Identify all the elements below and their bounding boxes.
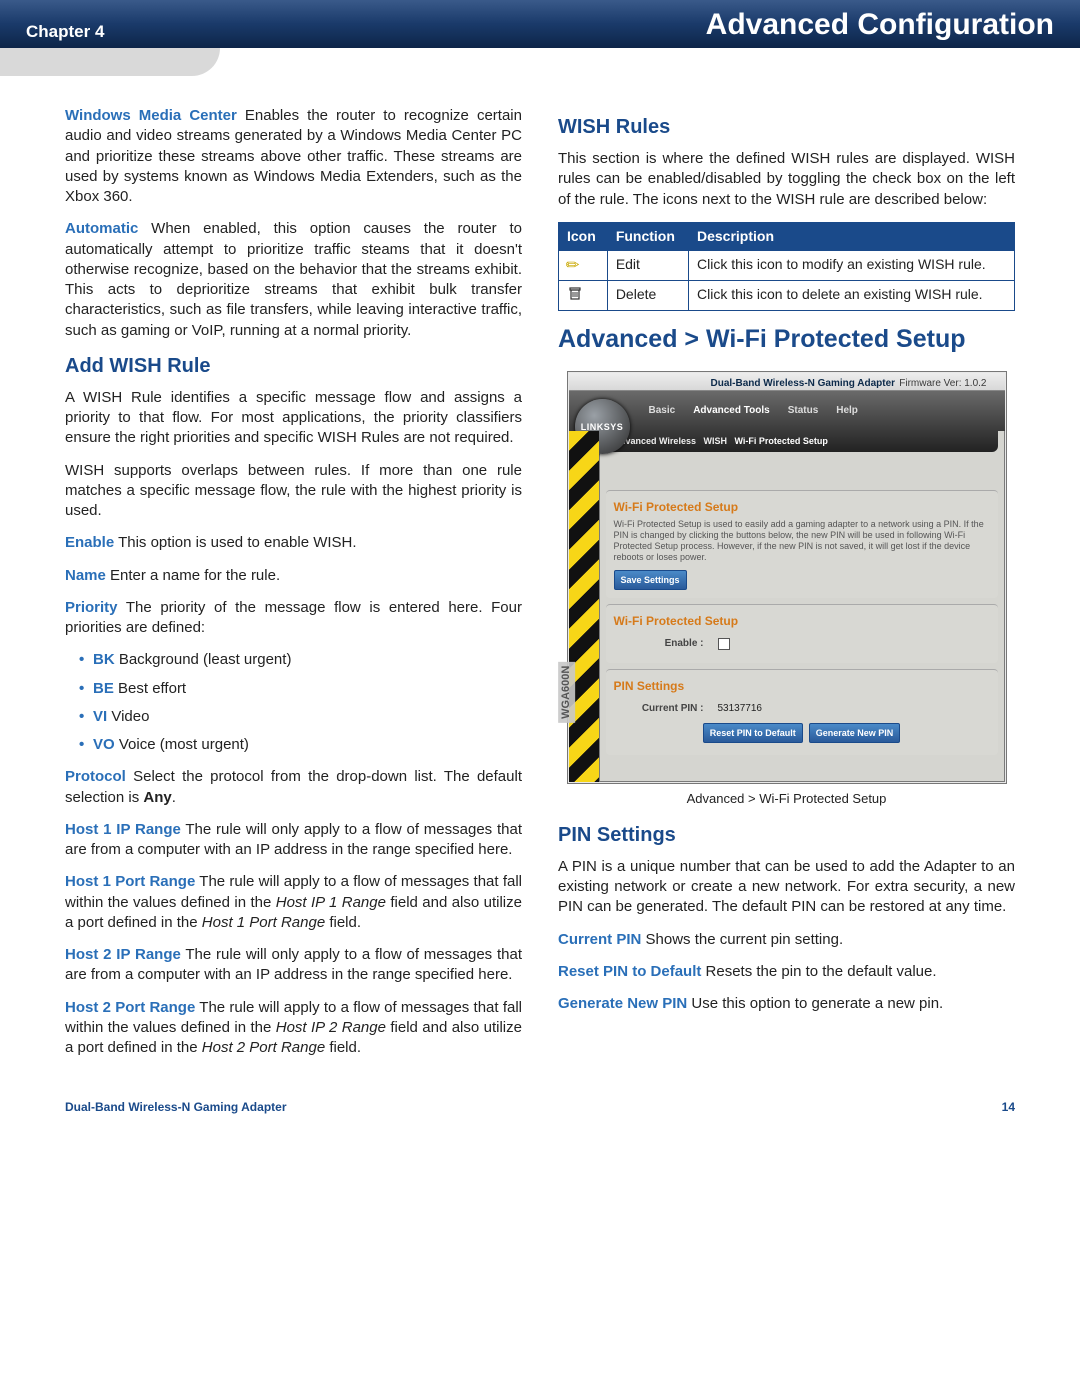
term-host1-ip: Host 1 IP Range (65, 821, 181, 838)
ss-panel-enable: Wi-Fi Protected Setup Enable : (606, 604, 998, 663)
term-generate-pin: Generate New PIN (558, 995, 687, 1012)
list-item: BK Background (least urgent) (79, 650, 522, 670)
term-host2-ip: Host 2 IP Range (65, 946, 181, 963)
ss-model-label: WGA600N (558, 661, 575, 722)
th-icon: Icon (559, 222, 608, 250)
ss-section-title-wps2: Wi-Fi Protected Setup (614, 613, 990, 629)
list-item: BE Best effort (79, 679, 522, 699)
add-wish-p2: WISH supports overlaps between rules. If… (65, 461, 522, 522)
ss-breadcrumb: Advanced Wireless WISH Wi-Fi Protected S… (606, 431, 998, 451)
footer-product-name: Dual-Band Wireless-N Gaming Adapter (65, 1100, 286, 1114)
edit-desc-cell: Click this icon to modify an existing WI… (688, 250, 1014, 281)
ss-panel-intro: Wi-Fi Protected Setup Wi-Fi Protected Se… (606, 490, 998, 598)
reset-pin-paragraph: Reset PIN to Default Resets the pin to t… (558, 962, 1015, 982)
ss-firmware-version: Firmware Ver: 1.0.2 (899, 377, 986, 391)
heading-wish-rules: WISH Rules (558, 114, 1015, 141)
page-body: Windows Media Center Enables the router … (0, 76, 1080, 1100)
th-function: Function (607, 222, 688, 250)
ss-enable-label: Enable : (614, 637, 704, 651)
delete-func-cell: Delete (607, 281, 688, 311)
page-header: Chapter 4 Advanced Configuration (0, 0, 1080, 48)
ss-reset-pin-button[interactable]: Reset PIN to Default (703, 723, 803, 743)
ss-current-pin-value: 53137716 (718, 702, 763, 716)
left-column: Windows Media Center Enables the router … (65, 106, 522, 1070)
ss-enable-checkbox[interactable] (718, 638, 730, 650)
list-item: VO Voice (most urgent) (79, 735, 522, 755)
heading-pin-settings: PIN Settings (558, 822, 1015, 849)
term-current-pin: Current PIN (558, 931, 641, 948)
term-priority: Priority (65, 599, 118, 616)
term-name: Name (65, 567, 106, 584)
term-protocol: Protocol (65, 768, 126, 785)
enable-paragraph: Enable This option is used to enable WIS… (65, 533, 522, 553)
heading-add-wish-rule: Add WISH Rule (65, 353, 522, 380)
heading-advanced-wps: Advanced > Wi-Fi Protected Setup (558, 323, 1015, 357)
ss-hazard-stripe: WGA600N (569, 431, 599, 782)
ss-current-pin-label: Current PIN : (614, 702, 704, 716)
wmc-paragraph: Windows Media Center Enables the router … (65, 106, 522, 207)
ss-nav-status[interactable]: Status (788, 404, 819, 418)
protocol-paragraph: Protocol Select the protocol from the dr… (65, 767, 522, 808)
priority-paragraph: Priority The priority of the message flo… (65, 598, 522, 639)
wish-rules-paragraph: This section is where the defined WISH r… (558, 149, 1015, 210)
term-host2-port: Host 2 Port Range (65, 999, 195, 1016)
add-wish-p1: A WISH Rule identifies a specific messag… (65, 388, 522, 449)
term-enable: Enable (65, 534, 114, 551)
th-description: Description (688, 222, 1014, 250)
footer-page-number: 14 (1002, 1100, 1015, 1114)
generate-pin-paragraph: Generate New PIN Use this option to gene… (558, 994, 1015, 1014)
ss-nav-advanced[interactable]: Advanced Tools (693, 404, 770, 418)
automatic-paragraph: Automatic When enabled, this option caus… (65, 219, 522, 341)
ss-intro-text: Wi-Fi Protected Setup is used to easily … (614, 519, 990, 564)
delete-desc-cell: Click this icon to delete an existing WI… (688, 281, 1014, 311)
ss-panel-pin: PIN Settings Current PIN : 53137716 Rese… (606, 669, 998, 756)
table-header-row: Icon Function Description (559, 222, 1015, 250)
delete-icon-cell (559, 281, 608, 311)
ss-device-name: Dual-Band Wireless-N Gaming Adapter (711, 377, 896, 391)
ss-nav-bar: LINKSYS Basic Advanced Tools Status Help (569, 391, 1005, 431)
edit-icon-cell: ✎ (559, 250, 608, 281)
term-host1-port: Host 1 Port Range (65, 873, 195, 890)
term-wmc: Windows Media Center (65, 107, 237, 124)
chapter-label: Chapter 4 (26, 22, 104, 42)
ss-generate-pin-button[interactable]: Generate New PIN (809, 723, 901, 743)
term-automatic: Automatic (65, 220, 138, 237)
ss-save-settings-button[interactable]: Save Settings (614, 570, 687, 590)
page-title: Advanced Configuration (706, 8, 1054, 42)
edit-func-cell: Edit (607, 250, 688, 281)
icon-table: Icon Function Description ✎ Edit Click t… (558, 222, 1015, 311)
list-item: VI Video (79, 707, 522, 727)
right-column: WISH Rules This section is where the def… (558, 106, 1015, 1070)
trash-icon (567, 288, 583, 304)
pin-settings-paragraph: A PIN is a unique number that can be use… (558, 857, 1015, 918)
host1-ip-paragraph: Host 1 IP Range The rule will only apply… (65, 820, 522, 861)
ss-section-title-pin: PIN Settings (614, 678, 990, 694)
host2-ip-paragraph: Host 2 IP Range The rule will only apply… (65, 945, 522, 986)
ss-nav-help[interactable]: Help (836, 404, 858, 418)
ss-section-title-wps: Wi-Fi Protected Setup (614, 499, 990, 515)
current-pin-paragraph: Current PIN Shows the current pin settin… (558, 930, 1015, 950)
table-row: ✎ Edit Click this icon to modify an exis… (559, 250, 1015, 281)
table-row: Delete Click this icon to delete an exis… (559, 281, 1015, 311)
ss-nav-basic[interactable]: Basic (649, 404, 676, 418)
name-paragraph: Name Enter a name for the rule. (65, 566, 522, 586)
page-footer: Dual-Band Wireless-N Gaming Adapter 14 (0, 1100, 1080, 1134)
host2-port-paragraph: Host 2 Port Range The rule will apply to… (65, 998, 522, 1059)
priority-list: BK Background (least urgent) BE Best eff… (65, 650, 522, 755)
embedded-screenshot: Dual-Band Wireless-N Gaming Adapter Firm… (567, 371, 1007, 784)
pencil-icon: ✎ (561, 253, 586, 278)
host1-port-paragraph: Host 1 Port Range The rule will apply to… (65, 872, 522, 933)
header-gray-tab (0, 48, 220, 76)
ss-titlebar: Dual-Band Wireless-N Gaming Adapter Firm… (569, 373, 1005, 392)
screenshot-caption: Advanced > Wi-Fi Protected Setup (558, 790, 1015, 808)
term-reset-pin: Reset PIN to Default (558, 963, 701, 980)
